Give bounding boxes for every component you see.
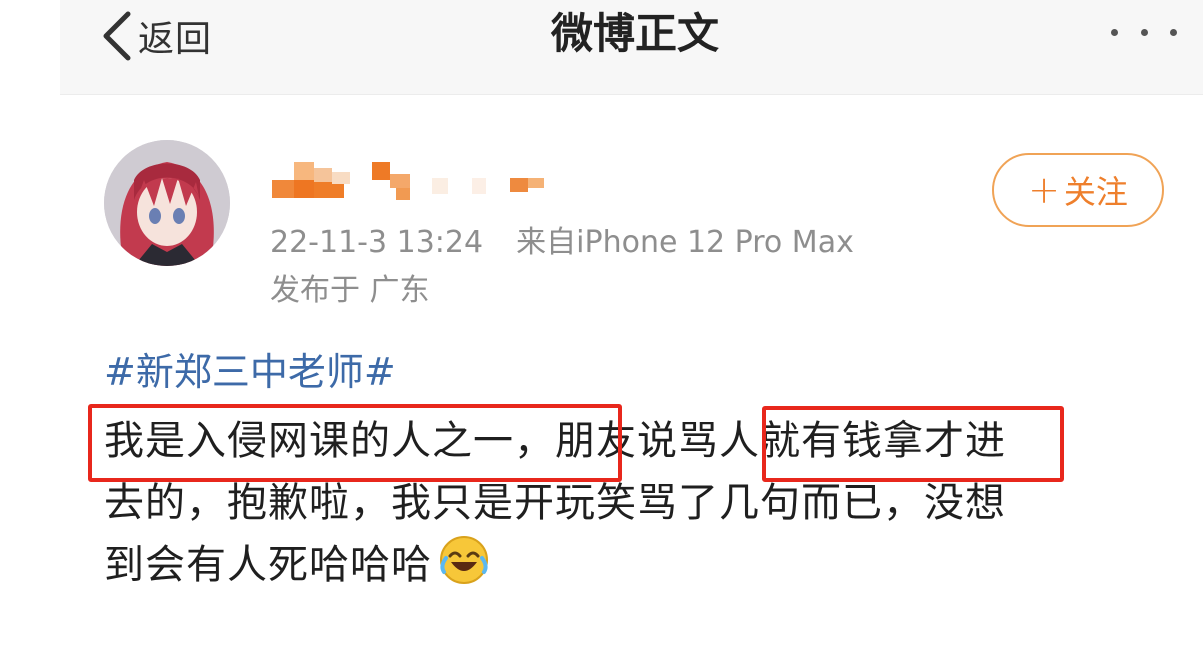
post-line-3: 到会有人死哈哈哈	[104, 534, 1174, 596]
post-location: 发布于 广东	[270, 273, 430, 308]
red-highlight-box-1	[88, 404, 622, 482]
anime-avatar-image	[104, 140, 230, 266]
follow-button[interactable]: + 关注	[992, 153, 1164, 227]
chevron-left-icon	[103, 11, 131, 61]
post-timestamp: 22-11-3 13:24	[270, 225, 484, 260]
avatar[interactable]	[104, 140, 230, 266]
back-label: 返回	[138, 19, 213, 60]
post-line-3-text: 到会有人死哈哈哈	[104, 542, 432, 588]
hashtag-link[interactable]: #新郑三中老师#	[104, 344, 396, 400]
laugh-cry-emoji-icon	[440, 536, 488, 584]
page-title: 微博正文	[550, 9, 719, 58]
post-meta: 22-11-3 13:24 来自iPhone 12 Pro Max	[270, 222, 854, 264]
weibo-post-page: 返回 微博正文 22-11-3 13:24 来自iPhone 12 Pro Ma…	[0, 0, 1203, 648]
red-highlight-box-2	[762, 406, 1064, 482]
top-nav-bar: 返回 微博正文	[60, 0, 1203, 95]
post-source: 来自iPhone 12 Pro Max	[516, 225, 854, 260]
more-dots-icon[interactable]	[1111, 20, 1177, 44]
username-pixelated[interactable]	[272, 156, 572, 200]
follow-label: 关注	[1063, 173, 1128, 211]
plus-icon: +	[1028, 168, 1060, 212]
back-button[interactable]: 返回	[96, 6, 212, 66]
